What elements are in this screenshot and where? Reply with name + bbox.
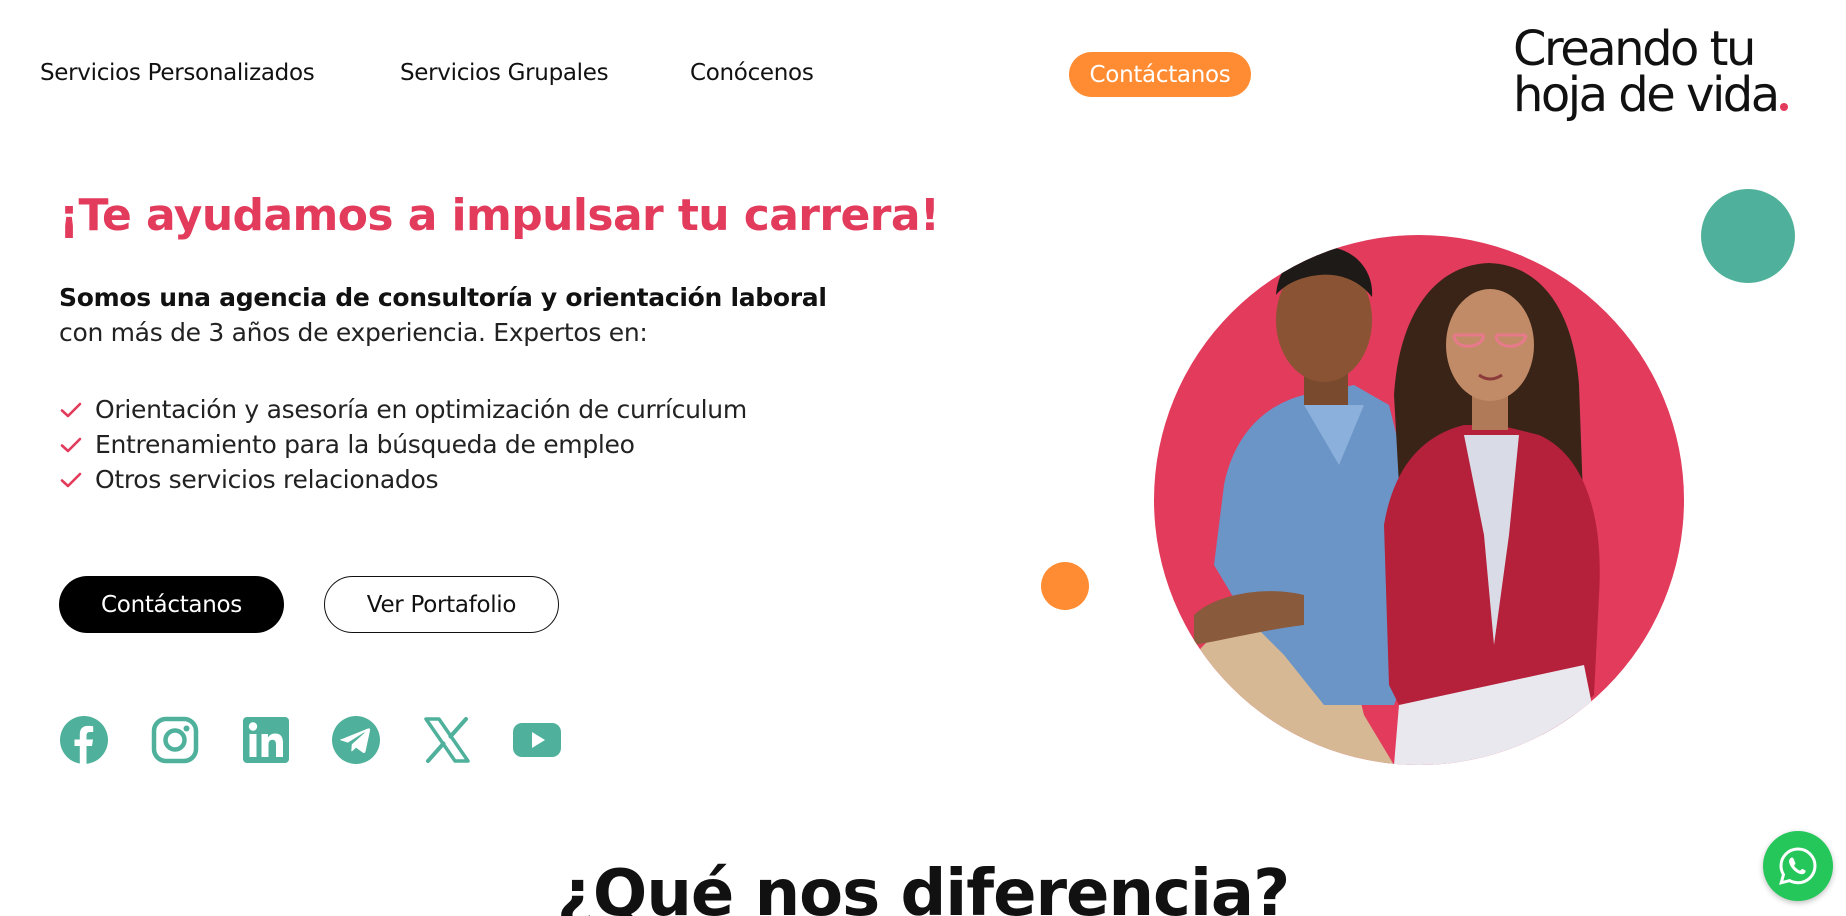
hero-photo bbox=[1154, 235, 1684, 765]
feature-list: Orientación y asesoría en optimización d… bbox=[59, 392, 747, 497]
top-navigation: Servicios Personalizados Servicios Grupa… bbox=[0, 0, 1846, 150]
team-photo-illustration bbox=[1174, 246, 1604, 765]
list-item: Entrenamiento para la búsqueda de empleo bbox=[59, 427, 747, 462]
logo-line-1: Creando tu bbox=[1513, 21, 1756, 77]
feature-label: Orientación y asesoría en optimización d… bbox=[95, 395, 747, 424]
check-icon bbox=[60, 437, 82, 452]
check-icon bbox=[60, 402, 82, 417]
linkedin-icon[interactable] bbox=[241, 715, 291, 765]
list-item: Otros servicios relacionados bbox=[59, 462, 747, 497]
x-icon[interactable] bbox=[422, 715, 472, 765]
decorative-teal-circle bbox=[1701, 189, 1795, 283]
portfolio-button[interactable]: Ver Portafolio bbox=[324, 576, 559, 633]
feature-label: Entrenamiento para la búsqueda de empleo bbox=[95, 430, 635, 459]
whatsapp-icon bbox=[1779, 847, 1817, 885]
facebook-icon[interactable] bbox=[59, 715, 109, 765]
nav-link-servicios-personalizados[interactable]: Servicios Personalizados bbox=[40, 60, 315, 86]
telegram-icon[interactable] bbox=[331, 715, 381, 765]
brand-logo[interactable]: Creando tu hoja de vida bbox=[1513, 21, 1793, 126]
nav-contact-button[interactable]: Contáctanos bbox=[1069, 52, 1251, 97]
intro-text: con más de 3 años de experiencia. Expert… bbox=[59, 318, 648, 347]
check-icon bbox=[60, 472, 82, 487]
whatsapp-button[interactable] bbox=[1763, 831, 1833, 901]
nav-link-conocenos[interactable]: Conócenos bbox=[690, 60, 814, 86]
youtube-icon[interactable] bbox=[512, 715, 562, 765]
social-links bbox=[59, 715, 562, 765]
hero-title: ¡Te ayudamos a impulsar tu carrera! bbox=[59, 190, 940, 241]
decorative-orange-circle bbox=[1041, 562, 1089, 610]
logo-line-2: hoja de vida bbox=[1513, 71, 1793, 119]
contact-button[interactable]: Contáctanos bbox=[59, 576, 284, 633]
feature-label: Otros servicios relacionados bbox=[95, 465, 439, 494]
intro-bold-text: Somos una agencia de consultoría y orien… bbox=[59, 283, 827, 312]
logo-dot bbox=[1779, 103, 1788, 111]
nav-link-servicios-grupales[interactable]: Servicios Grupales bbox=[400, 60, 609, 86]
instagram-icon[interactable] bbox=[150, 715, 200, 765]
list-item: Orientación y asesoría en optimización d… bbox=[59, 392, 747, 427]
section-title: ¿Qué nos diferencia? bbox=[556, 857, 1290, 916]
